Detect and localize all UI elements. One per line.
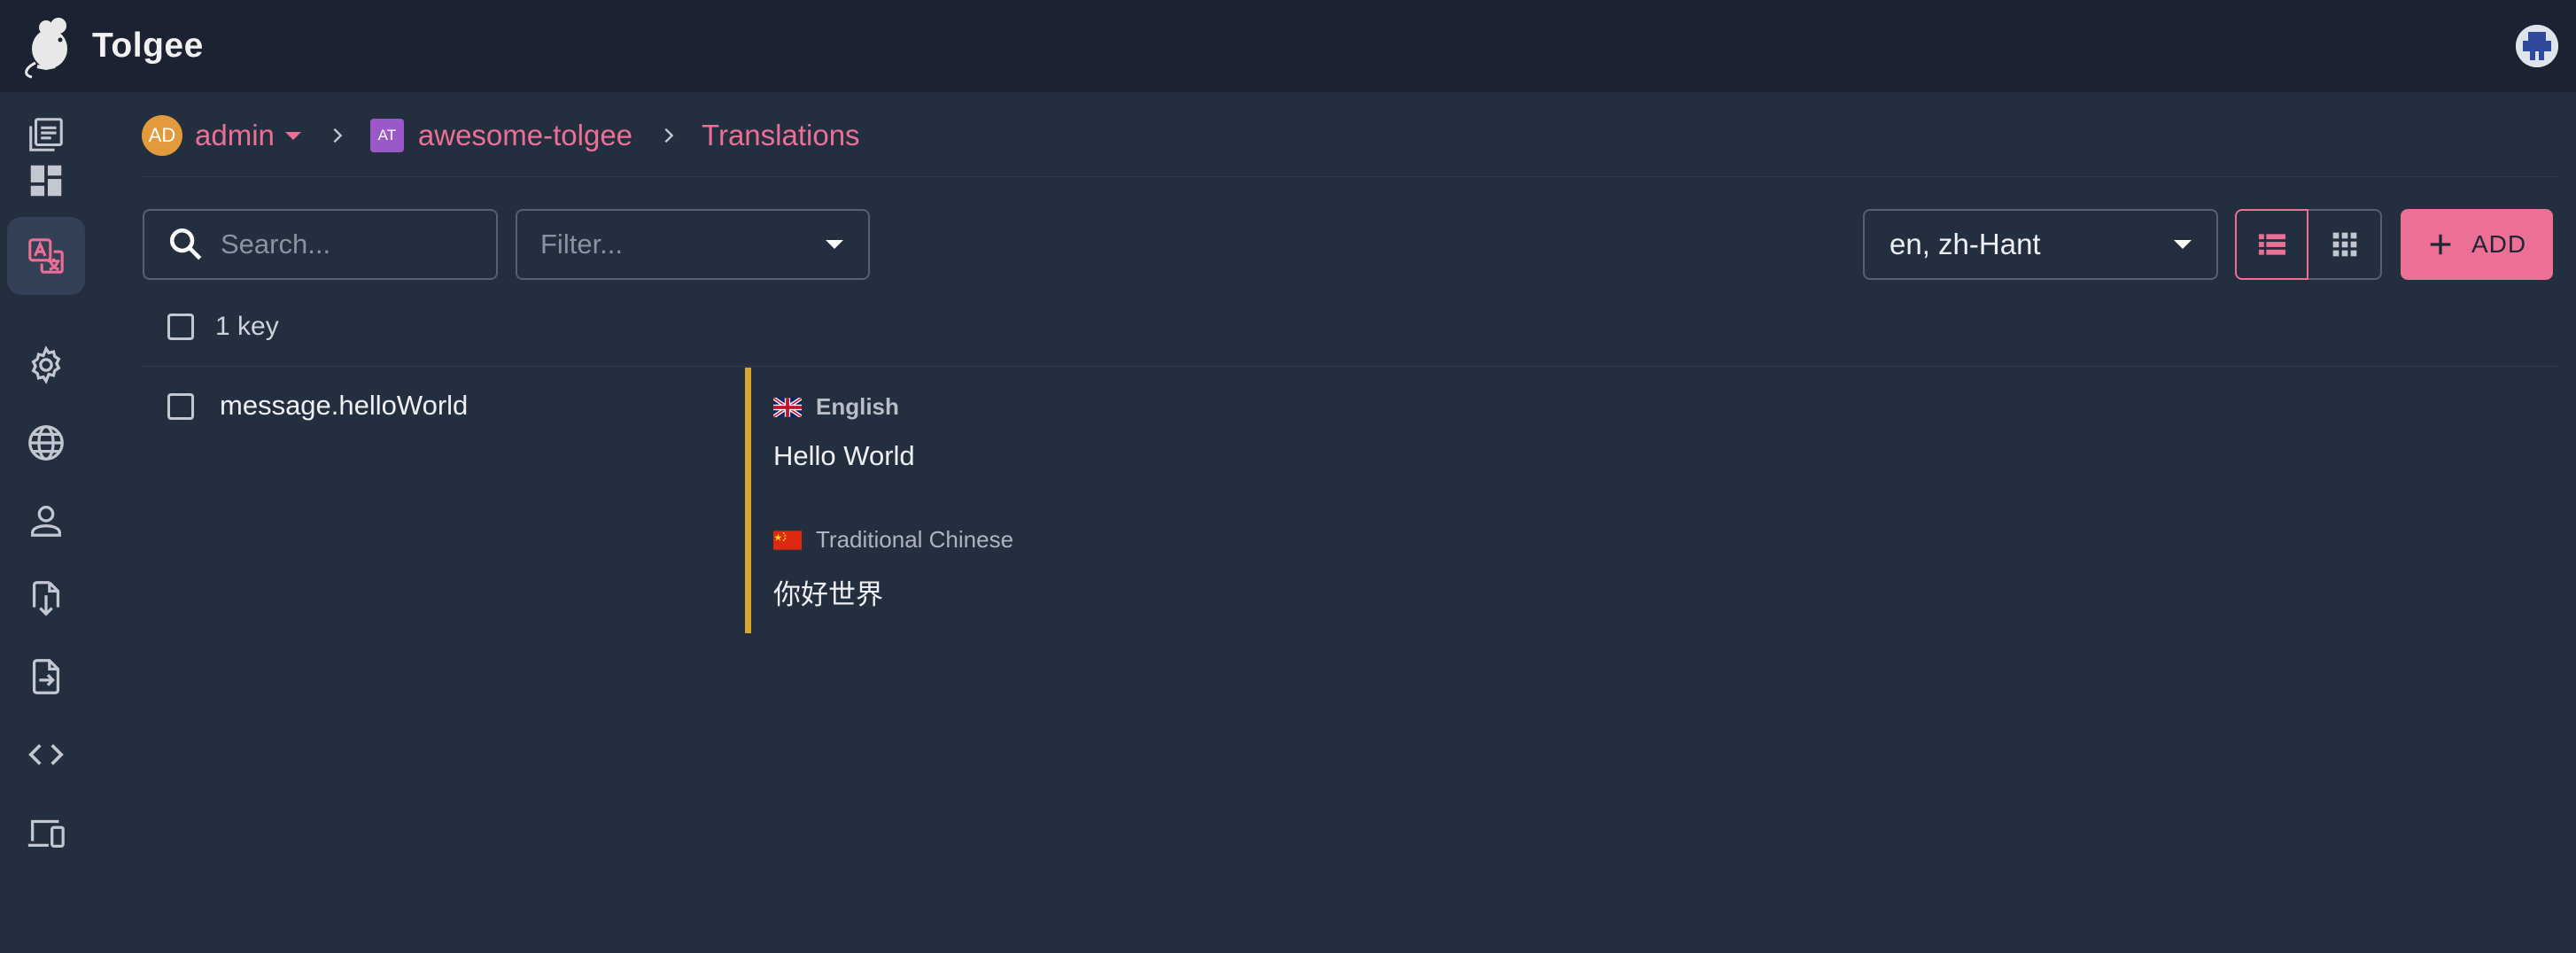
org-avatar[interactable]: AD bbox=[142, 115, 182, 156]
china-flag-icon bbox=[773, 530, 802, 550]
breadcrumb-org[interactable]: admin bbox=[195, 119, 275, 152]
search-icon bbox=[169, 228, 202, 260]
plus-icon bbox=[2430, 234, 2451, 255]
logo[interactable]: Tolgee bbox=[19, 13, 204, 79]
add-key-button[interactable]: ADD bbox=[2401, 209, 2553, 280]
select-all-row: 1 key bbox=[167, 312, 279, 342]
dashboard-icon bbox=[30, 165, 62, 197]
breadcrumb-page[interactable]: Translations bbox=[702, 119, 860, 152]
translation-language-label: Traditional Chinese bbox=[773, 526, 1013, 554]
import-file-icon bbox=[32, 581, 60, 616]
translate-icon bbox=[28, 238, 64, 274]
add-button-label: ADD bbox=[2471, 230, 2527, 258]
nav-integrate[interactable] bbox=[7, 794, 85, 872]
nav-languages[interactable] bbox=[7, 404, 85, 482]
nav-translations[interactable] bbox=[7, 217, 85, 295]
grid-view-icon bbox=[2332, 232, 2356, 257]
search-input[interactable] bbox=[221, 229, 486, 260]
uk-flag-icon bbox=[773, 397, 802, 417]
gear-icon bbox=[31, 345, 61, 384]
select-all-checkbox[interactable] bbox=[167, 314, 194, 340]
key-name[interactable]: message.helloWorld bbox=[220, 390, 468, 422]
language-name: Traditional Chinese bbox=[816, 526, 1014, 553]
caret-down-icon bbox=[826, 240, 843, 249]
globe-icon bbox=[28, 425, 64, 461]
table-view-button[interactable] bbox=[2308, 209, 2382, 280]
header-divider bbox=[142, 176, 2558, 177]
person-icon bbox=[31, 506, 61, 537]
list-view-icon bbox=[2258, 234, 2285, 255]
tolgee-mouse-logo-icon bbox=[25, 18, 67, 79]
nav-settings[interactable] bbox=[7, 326, 85, 404]
devices-icon bbox=[27, 819, 65, 848]
key-count: 1 key bbox=[215, 312, 279, 341]
export-file-icon bbox=[32, 659, 60, 694]
org-dropdown-caret-icon[interactable] bbox=[284, 131, 301, 140]
side-navigation bbox=[0, 92, 92, 953]
language-select[interactable]: en, zh-Hant bbox=[1863, 209, 2218, 280]
user-avatar[interactable] bbox=[2516, 25, 2558, 67]
project-avatar[interactable]: AT bbox=[369, 119, 404, 152]
nav-members[interactable] bbox=[7, 482, 85, 560]
language-select-value: en, zh-Hant bbox=[1889, 228, 2041, 260]
filter-select[interactable]: Filter... bbox=[516, 209, 870, 280]
nav-export[interactable] bbox=[7, 638, 85, 716]
translation-language-label: English bbox=[773, 393, 899, 421]
row-state-marker bbox=[745, 368, 751, 633]
breadcrumb: AD admin AT awesome-tolgee Translations bbox=[142, 112, 860, 159]
breadcrumb-project[interactable]: awesome-tolgee bbox=[418, 119, 632, 152]
list-divider bbox=[142, 366, 2558, 367]
search-box[interactable] bbox=[143, 209, 498, 280]
nav-developer[interactable] bbox=[7, 716, 85, 794]
caret-down-icon bbox=[2174, 240, 2192, 249]
language-name: English bbox=[816, 393, 899, 420]
chevron-right-icon bbox=[664, 128, 674, 143]
translation-text[interactable]: 你好世界 bbox=[773, 572, 883, 612]
filter-placeholder: Filter... bbox=[540, 229, 624, 260]
app-title: Tolgee bbox=[92, 27, 204, 65]
user-avatar-icon bbox=[2516, 25, 2558, 67]
translation-text[interactable]: Hello World bbox=[773, 440, 915, 472]
code-icon bbox=[28, 744, 64, 765]
row-checkbox[interactable] bbox=[167, 393, 194, 420]
chevron-right-icon bbox=[333, 128, 343, 143]
top-bar: Tolgee bbox=[0, 0, 2576, 92]
nav-dashboard[interactable] bbox=[7, 142, 85, 220]
view-toggle bbox=[2235, 209, 2382, 280]
list-view-button[interactable] bbox=[2235, 209, 2308, 280]
nav-import[interactable] bbox=[7, 560, 85, 638]
